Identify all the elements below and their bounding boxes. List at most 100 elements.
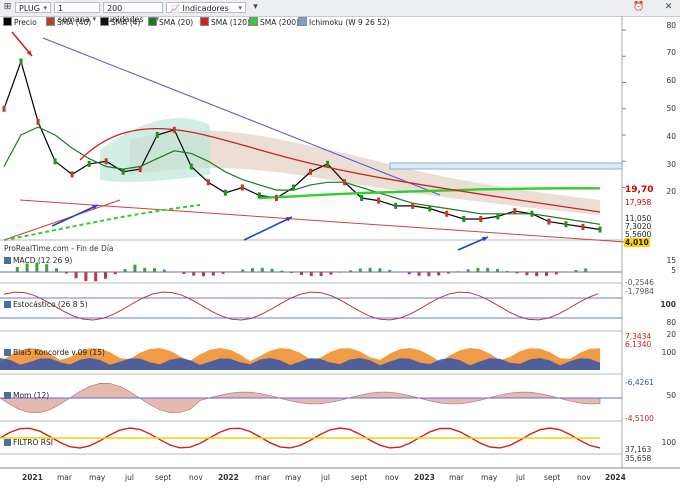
candle [104, 158, 108, 165]
macd-bar [378, 268, 382, 272]
x-tick-label: 2022 [218, 473, 239, 482]
candle [564, 221, 568, 228]
macd-bar [417, 272, 421, 276]
period-selector[interactable]: 1 semana ▾ [54, 2, 100, 24]
more-options-icon[interactable]: ▾ [250, 2, 261, 13]
indicator-swatch [4, 301, 11, 308]
panel-title-macd: MACD (12 26 9) [4, 256, 72, 265]
x-tick-label: sept [351, 473, 368, 482]
macd-bar [143, 267, 147, 272]
y-tick: 5 [671, 266, 676, 275]
macd-bar [55, 268, 58, 272]
alarm-icon[interactable]: ⏰ [633, 2, 644, 13]
x-tick-label: sept [155, 473, 172, 482]
x-tick-label: jul [321, 473, 330, 482]
x-tick-label: mar [255, 473, 270, 482]
symbol-label: PLUG [19, 4, 40, 13]
legend-swatch [249, 17, 258, 26]
candle [530, 210, 534, 217]
candle [223, 189, 227, 196]
candle [598, 226, 602, 233]
legend-swatch [148, 17, 157, 26]
candle [138, 166, 142, 173]
legend-sma120: SMA (120) [200, 17, 250, 27]
macd-bar [358, 268, 362, 272]
candle [155, 132, 159, 138]
legend-swatch [298, 17, 307, 26]
annotation-arrow-1 [51, 204, 99, 227]
symbol-selector[interactable]: PLUG ▾ [15, 2, 51, 13]
macd-bar [368, 267, 372, 272]
indicator-tag: -0,2546 [625, 278, 654, 287]
macd-bar [319, 272, 323, 276]
macd-bar [535, 272, 539, 277]
units-selector[interactable]: 200 unidades ▾ [103, 2, 163, 24]
candle [326, 160, 330, 167]
y-tick: 20 [666, 187, 676, 196]
x-tick-label: may [285, 473, 302, 482]
panel-title-stochastic: Estocástico (26 8 5) [4, 300, 88, 309]
macd-bar [584, 268, 588, 272]
candle [581, 223, 585, 230]
indicators-button[interactable]: 📈 Indicadores ▾ [166, 2, 246, 13]
y-tick: 80 [666, 21, 676, 30]
indicator-tag: -4,5100 [625, 414, 654, 423]
legend-sma4: SMA (4) [100, 17, 140, 27]
y-tick: 100 [661, 438, 676, 447]
candle [445, 210, 449, 217]
indicator-swatch [4, 439, 11, 446]
y-tick: 70 [666, 48, 676, 57]
legend-swatch [3, 17, 12, 26]
y-tick: 30 [666, 160, 676, 169]
macd-bar [15, 266, 19, 272]
candle [206, 179, 210, 186]
indicator-swatch [4, 349, 11, 356]
price-tag-last: 4,010 [624, 238, 650, 247]
close-icon[interactable]: ✕ [663, 2, 674, 13]
macd-bar [437, 272, 441, 276]
chart-area: Precio SMA (40) SMA (4) SMA (20) SMA (12… [0, 16, 680, 494]
y-tick: 40 [666, 132, 676, 141]
x-tick-label: may [481, 473, 498, 482]
x-tick-label: may [89, 473, 106, 482]
macd-bar [251, 268, 254, 272]
candle [172, 126, 176, 133]
candle [411, 202, 415, 209]
macd-bar [133, 264, 137, 272]
legend-swatch [100, 17, 109, 26]
x-tick-label: sept [544, 473, 561, 482]
candle [394, 202, 398, 209]
macd-bar [45, 264, 49, 272]
indicator-swatch [4, 392, 11, 399]
macd-bar [211, 272, 215, 276]
x-tick-label: nov [189, 473, 203, 482]
price-tag-cloud: 17,958 [625, 198, 652, 207]
indicator-tag: -6,4261 [625, 378, 654, 387]
y-tick: 60 [666, 76, 676, 85]
macd-bar [94, 272, 98, 282]
app-menu-icon[interactable]: ⊞ [2, 2, 13, 13]
chevron-down-icon: ▾ [43, 4, 47, 12]
candle [189, 163, 193, 170]
candle [274, 195, 278, 201]
y-tick: 20 [666, 330, 676, 339]
candle [53, 158, 57, 165]
x-tick-label: nov [577, 473, 591, 482]
x-tick-label: mar [57, 473, 72, 482]
candle [343, 179, 347, 186]
macd-bar [153, 268, 156, 272]
panel-title-momentum: Mom (12) [4, 391, 49, 400]
macd-bar [84, 272, 88, 282]
x-tick-label: 2021 [22, 473, 43, 482]
candle [87, 160, 91, 167]
chart-canvas[interactable] [0, 16, 680, 494]
ichimoku-cloud-green [100, 118, 210, 183]
legend-sma40: SMA (40) [46, 17, 91, 27]
candle [360, 195, 364, 201]
indicator-swatch [4, 257, 11, 264]
chevron-down-icon: ▾ [238, 4, 242, 12]
macd-bar [476, 267, 480, 272]
candle [240, 184, 244, 191]
macd-bar [104, 272, 107, 279]
series-line-sma-20- [3, 126, 601, 225]
